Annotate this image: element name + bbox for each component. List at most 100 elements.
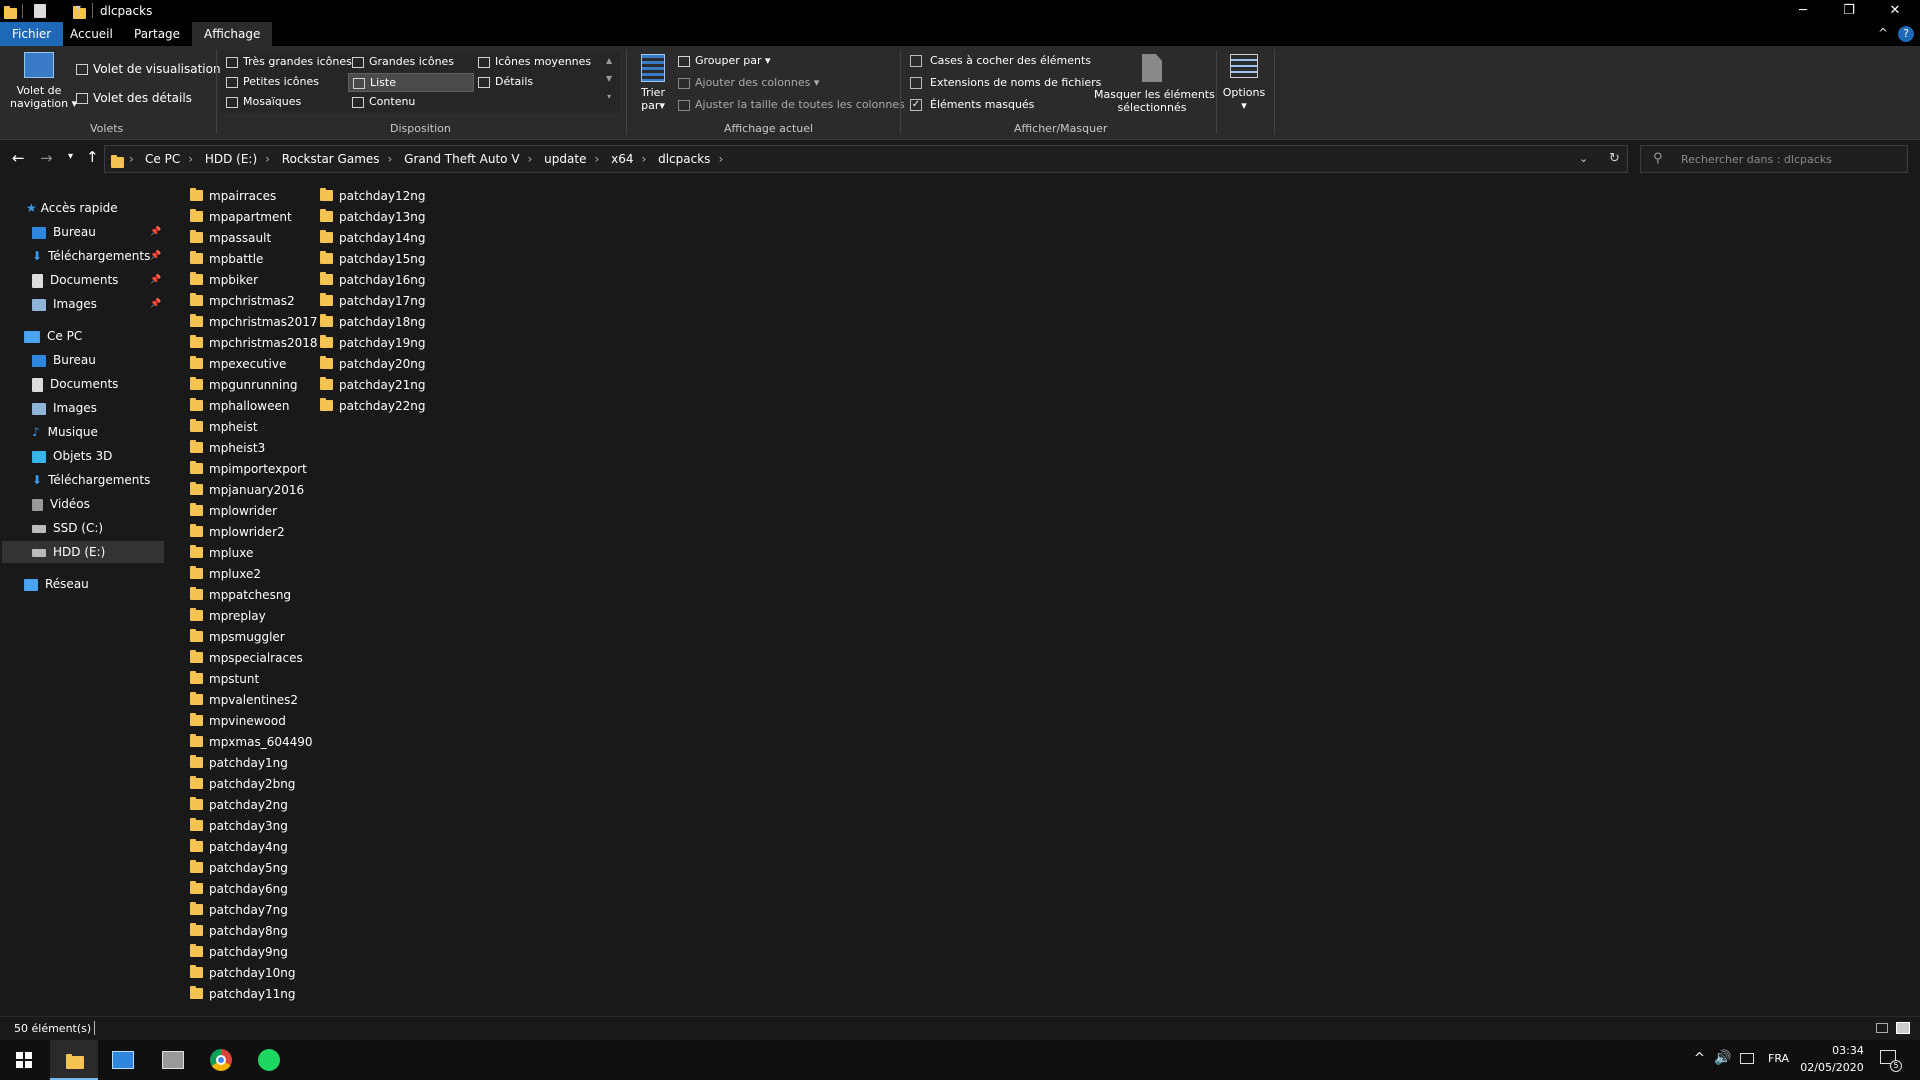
- minimize-button[interactable]: ─: [1780, 0, 1826, 22]
- folder-item[interactable]: patchday14ng: [320, 228, 425, 249]
- large-icons-view-icon[interactable]: [1896, 1022, 1910, 1034]
- item-checkboxes-toggle[interactable]: Cases à cocher des éléments: [910, 54, 1091, 67]
- address-bar[interactable]: › Ce PC › HDD (E:) › Rockstar Games › Grand…: [104, 145, 1628, 173]
- forward-arrow-icon[interactable]: →: [40, 149, 53, 167]
- nav-quick-bureau[interactable]: Bureau: [32, 221, 96, 243]
- folder-item[interactable]: patchday2bng: [190, 774, 295, 795]
- hide-selected-button[interactable]: Masquer les éléments sélectionnés: [1094, 54, 1215, 114]
- folder-item[interactable]: mpvinewood: [190, 711, 286, 732]
- volume-icon[interactable]: 🔊: [1714, 1050, 1731, 1066]
- folder-item[interactable]: mpheist: [190, 417, 258, 438]
- folder-item[interactable]: patchday2ng: [190, 795, 288, 816]
- folder-item[interactable]: patchday11ng: [190, 984, 295, 1005]
- fit-columns-button[interactable]: Ajuster la taille de toutes les colonnes: [678, 98, 905, 111]
- hidden-items-toggle[interactable]: ✓ Éléments masqués: [910, 98, 1034, 111]
- spotify-icon[interactable]: [258, 1049, 280, 1071]
- options-button[interactable]: Options ▾: [1222, 54, 1266, 112]
- address-dropdown-icon[interactable]: ⌄: [1579, 152, 1588, 165]
- nav-pc-bureau[interactable]: Bureau: [32, 349, 96, 371]
- folder-item[interactable]: mpluxe: [190, 543, 253, 564]
- breadcrumb-ce-pc[interactable]: Ce PC: [145, 152, 180, 166]
- details-pane-button[interactable]: Volet des détails: [76, 91, 192, 105]
- app-icon[interactable]: [162, 1051, 184, 1069]
- nav-quick-images[interactable]: Images: [32, 293, 97, 315]
- nav-pc-telechargements[interactable]: ⬇ Téléchargements: [32, 469, 150, 491]
- folder-item[interactable]: patchday4ng: [190, 837, 288, 858]
- folder-item[interactable]: mpapartment: [190, 207, 292, 228]
- folder-item[interactable]: patchday9ng: [190, 942, 288, 963]
- preview-pane-button[interactable]: Volet de visualisation: [76, 62, 221, 76]
- tab-accueil[interactable]: Accueil: [58, 22, 125, 46]
- layout-list[interactable]: Liste: [348, 73, 474, 92]
- folder-item[interactable]: patchday6ng: [190, 879, 288, 900]
- pin-icon[interactable]: 📌: [150, 299, 161, 309]
- breadcrumb-dlcpacks[interactable]: dlcpacks: [658, 152, 710, 166]
- layout-extra-large-icons[interactable]: Très grandes icônes: [226, 55, 352, 68]
- breadcrumb-separator[interactable]: ›: [718, 152, 723, 166]
- tab-affichage[interactable]: Affichage: [192, 22, 273, 46]
- nav-this-pc[interactable]: Ce PC: [24, 325, 82, 347]
- up-arrow-icon[interactable]: ↑: [86, 148, 99, 166]
- nav-pc-musique[interactable]: ♪ Musique: [32, 421, 98, 443]
- breadcrumb-separator[interactable]: ›: [129, 152, 134, 166]
- breadcrumb-update[interactable]: update: [544, 152, 586, 166]
- folder-item[interactable]: patchday20ng: [320, 354, 425, 375]
- help-icon[interactable]: ?: [1898, 26, 1914, 42]
- folder-item[interactable]: mpbattle: [190, 249, 263, 270]
- folder-item[interactable]: mplowrider2: [190, 522, 285, 543]
- folder-item[interactable]: patchday8ng: [190, 921, 288, 942]
- folder-item[interactable]: mpsmuggler: [190, 627, 285, 648]
- folder-item[interactable]: mpassault: [190, 228, 271, 249]
- gallery-scroll[interactable]: ▲ ▼ ▾: [606, 52, 612, 106]
- folder-item[interactable]: patchday5ng: [190, 858, 288, 879]
- chrome-icon[interactable]: [210, 1049, 232, 1071]
- breadcrumb-separator[interactable]: ›: [641, 152, 646, 166]
- back-arrow-icon[interactable]: ←: [12, 149, 25, 167]
- pin-icon[interactable]: 📌: [150, 227, 161, 237]
- layout-content[interactable]: Contenu: [352, 95, 415, 108]
- nav-pc-objets3d[interactable]: Objets 3D: [32, 445, 112, 467]
- nav-pane-button[interactable]: Volet de navigation ▾: [10, 52, 77, 122]
- tab-partage[interactable]: Partage: [122, 22, 192, 46]
- add-columns-button[interactable]: Ajouter des colonnes ▾: [678, 76, 819, 89]
- checkbox[interactable]: [910, 77, 922, 89]
- folder-item[interactable]: mpbiker: [190, 270, 258, 291]
- language-indicator[interactable]: FRA: [1768, 1052, 1789, 1065]
- folder-item[interactable]: patchday3ng: [190, 816, 288, 837]
- clock-time[interactable]: 03:34: [1818, 1044, 1878, 1057]
- folder-item[interactable]: patchday18ng: [320, 312, 425, 333]
- folder-item[interactable]: mpspecialraces: [190, 648, 303, 669]
- folder-item[interactable]: patchday17ng: [320, 291, 425, 312]
- breadcrumb-x64[interactable]: x64: [611, 152, 633, 166]
- nav-pc-videos[interactable]: Vidéos: [32, 493, 90, 515]
- breadcrumb-gtav[interactable]: Grand Theft Auto V: [404, 152, 519, 166]
- checkbox[interactable]: [910, 55, 922, 67]
- folder-item[interactable]: patchday19ng: [320, 333, 425, 354]
- mail-app-icon[interactable]: [112, 1051, 134, 1069]
- quick-access-toolbar-chevron-icon[interactable]: ▾: [76, 3, 81, 14]
- properties-icon[interactable]: [34, 4, 46, 18]
- windows-start-icon[interactable]: [16, 1052, 32, 1068]
- nav-quick-telechargements[interactable]: ⬇ Téléchargements: [32, 245, 150, 267]
- folder-item[interactable]: mpstunt: [190, 669, 259, 690]
- folder-item[interactable]: patchday21ng: [320, 375, 425, 396]
- nav-quick-access[interactable]: ★ Accès rapide: [26, 197, 118, 219]
- folder-item[interactable]: mpchristmas2017: [190, 312, 318, 333]
- close-button[interactable]: ✕: [1872, 0, 1918, 22]
- nav-pc-images[interactable]: Images: [32, 397, 97, 419]
- folder-item[interactable]: patchday12ng: [320, 186, 425, 207]
- folder-item[interactable]: mphalloween: [190, 396, 289, 417]
- folder-item[interactable]: patchday10ng: [190, 963, 295, 984]
- folder-item[interactable]: mpchristmas2: [190, 291, 295, 312]
- pin-icon[interactable]: 📌: [150, 251, 161, 261]
- folder-item[interactable]: mpjanuary2016: [190, 480, 304, 501]
- folder-item[interactable]: mplowrider: [190, 501, 277, 522]
- details-view-icon[interactable]: [1876, 1023, 1888, 1033]
- search-box[interactable]: ⚲ Rechercher dans : dlcpacks: [1640, 145, 1908, 173]
- folder-item[interactable]: patchday7ng: [190, 900, 288, 921]
- breadcrumb-separator[interactable]: ›: [188, 152, 193, 166]
- layout-medium-icons[interactable]: Icônes moyennes: [478, 55, 591, 68]
- checkbox-checked[interactable]: ✓: [910, 99, 922, 111]
- nav-pc-ssd[interactable]: SSD (C:): [32, 517, 103, 539]
- folder-item[interactable]: mpluxe2: [190, 564, 261, 585]
